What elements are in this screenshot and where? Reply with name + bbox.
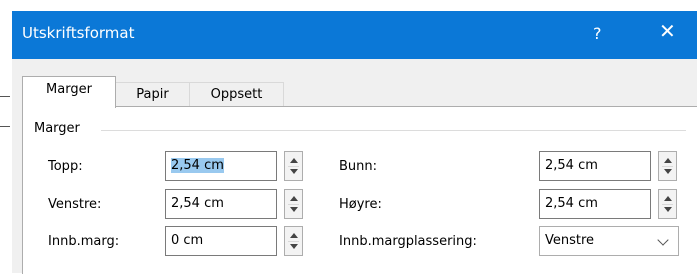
tab-label: Oppsett bbox=[210, 87, 263, 102]
spin-button-icon[interactable] bbox=[284, 151, 303, 181]
section-divider bbox=[101, 130, 686, 131]
cut-off-label bbox=[34, 262, 96, 273]
label-gutter-position: Innb.margplassering: bbox=[339, 234, 477, 249]
gutter-input[interactable]: 0 cm bbox=[165, 226, 277, 256]
section-title: Marger bbox=[34, 121, 80, 136]
help-icon[interactable]: ? bbox=[593, 24, 602, 43]
close-icon[interactable]: ✕ bbox=[659, 19, 676, 43]
label-bottom: Bunn: bbox=[339, 159, 378, 174]
spin-button-icon[interactable] bbox=[658, 151, 677, 181]
tab-marger[interactable]: Marger bbox=[22, 76, 116, 108]
tab-label: Papir bbox=[136, 87, 169, 102]
top-margin-input[interactable]: 2,54 cm bbox=[165, 151, 277, 181]
label-right: Høyre: bbox=[339, 197, 382, 212]
spin-button-icon[interactable] bbox=[658, 189, 677, 219]
label-top: Topp: bbox=[48, 159, 83, 174]
bottom-margin-input[interactable]: 2,54 cm bbox=[539, 151, 651, 181]
left-margin-input[interactable]: 2,54 cm bbox=[165, 189, 277, 219]
tab-oppsett[interactable]: Oppsett bbox=[189, 82, 284, 107]
tab-label: Marger bbox=[46, 82, 92, 97]
selected-text: 2,54 cm bbox=[171, 158, 224, 173]
tab-papir[interactable]: Papir bbox=[115, 82, 190, 107]
background-mark bbox=[0, 96, 10, 97]
label-gutter: Innb.marg: bbox=[48, 234, 120, 249]
spin-button-icon[interactable] bbox=[284, 189, 303, 219]
background-mark bbox=[0, 126, 10, 127]
right-margin-input[interactable]: 2,54 cm bbox=[539, 189, 651, 219]
spin-button-icon[interactable] bbox=[284, 226, 303, 256]
dialog-title: Utskriftsformat bbox=[22, 24, 135, 42]
label-left: Venstre: bbox=[48, 197, 102, 212]
chevron-down-icon[interactable] bbox=[651, 226, 679, 256]
dialog-titlebar: Utskriftsformat ? ✕ bbox=[12, 11, 697, 59]
gutter-position-select[interactable]: Venstre bbox=[539, 226, 651, 256]
